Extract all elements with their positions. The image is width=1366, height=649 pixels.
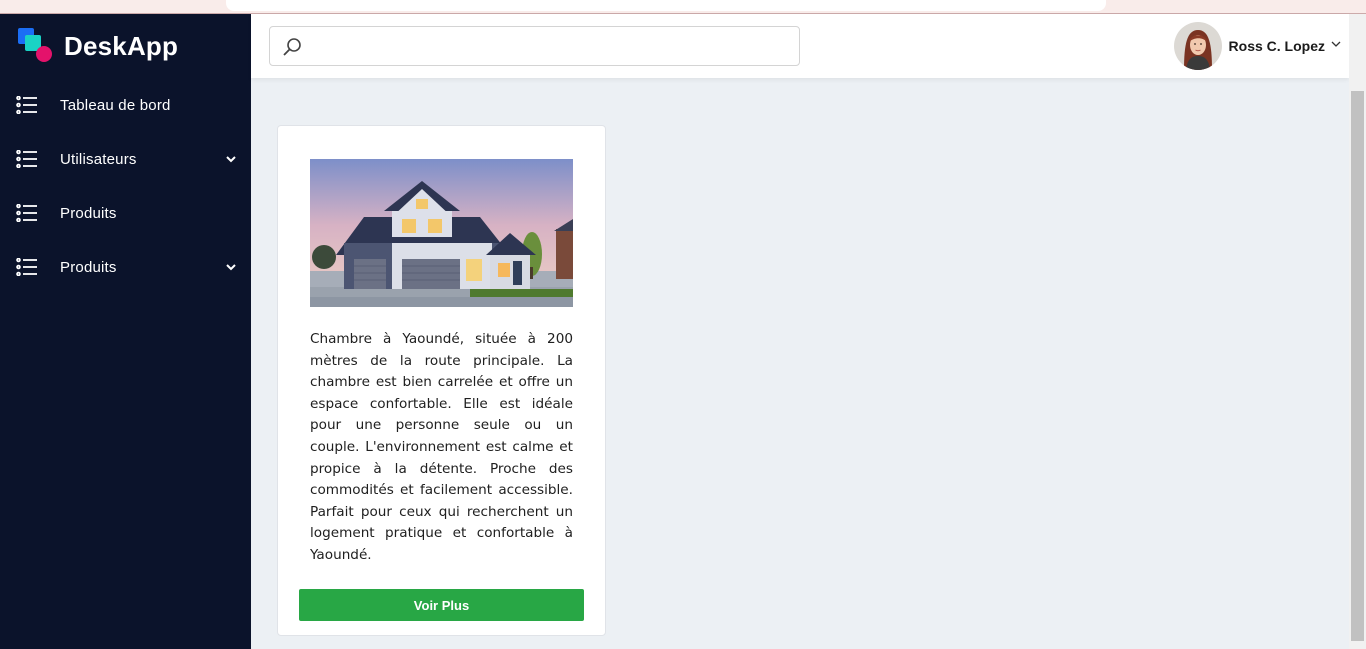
list-icon bbox=[16, 204, 37, 222]
top-header: Ross C. Lopez bbox=[251, 14, 1349, 78]
deskapp-logo bbox=[18, 28, 54, 64]
list-icon bbox=[16, 258, 37, 276]
chevron-down-icon bbox=[226, 156, 236, 163]
list-icon bbox=[16, 150, 37, 168]
sidebar-item-label: Produits bbox=[60, 258, 117, 276]
sidebar-item-label: Produits bbox=[60, 204, 117, 222]
scrollbar-thumb[interactable] bbox=[1351, 91, 1364, 641]
search-box[interactable] bbox=[269, 26, 800, 66]
chevron-down-icon bbox=[226, 264, 236, 271]
brand-name: DeskApp bbox=[64, 30, 179, 61]
sidebar-nav: Tableau de bord Utilisateurs Produits Pr… bbox=[0, 78, 251, 294]
sidebar-item-label: Utilisateurs bbox=[60, 150, 137, 168]
avatar[interactable] bbox=[1173, 22, 1222, 70]
user-name[interactable]: Ross C. Lopez bbox=[1229, 38, 1325, 54]
sidebar-item-produits-submenu[interactable]: Produits bbox=[0, 240, 251, 294]
list-icon bbox=[16, 96, 37, 114]
sidebar-item-tableau-de-bord[interactable]: Tableau de bord bbox=[0, 78, 251, 132]
card-description: Chambre à Yaoundé, située à 200 mètres d… bbox=[310, 331, 573, 563]
browser-chrome-strip bbox=[0, 0, 1366, 14]
page-scrollbar[interactable] bbox=[1349, 14, 1366, 649]
product-card: Chambre à Yaoundé, située à 200 mètres d… bbox=[277, 125, 606, 636]
sidebar-item-utilisateurs[interactable]: Utilisateurs bbox=[0, 132, 251, 186]
user-menu[interactable]: Ross C. Lopez bbox=[1173, 22, 1341, 70]
house-photo bbox=[310, 159, 573, 307]
search-input[interactable] bbox=[310, 27, 790, 65]
brand[interactable]: DeskApp bbox=[18, 28, 178, 64]
chevron-down-icon[interactable] bbox=[1331, 39, 1341, 49]
voir-plus-button[interactable]: Voir Plus bbox=[299, 589, 584, 621]
sidebar-item-label: Tableau de bord bbox=[60, 96, 171, 114]
search-icon[interactable] bbox=[282, 37, 302, 57]
browser-url-bar[interactable] bbox=[226, 0, 1106, 11]
sidebar: DeskApp Tableau de bord Utilisateurs Pro… bbox=[0, 14, 251, 649]
sidebar-item-produits[interactable]: Produits bbox=[0, 186, 251, 240]
